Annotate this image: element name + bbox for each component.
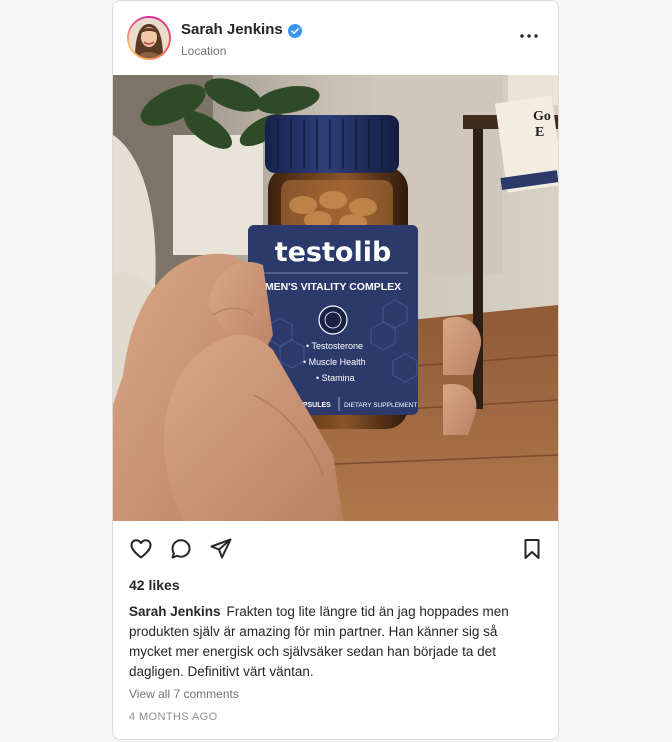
product-bullet-1: • Testosterone	[306, 341, 363, 351]
comment-icon[interactable]	[169, 537, 193, 561]
avatar-image	[129, 18, 169, 58]
avatar[interactable]	[127, 16, 171, 60]
bookmark-icon[interactable]	[520, 537, 544, 561]
likes-count[interactable]: 42 likes	[129, 577, 180, 593]
post-location[interactable]: Location	[181, 44, 226, 58]
post-image[interactable]: Go E testolib MEN'S VITALITY COMPLEX • T…	[113, 75, 558, 521]
product-brand: testolib	[275, 237, 392, 268]
product-bullet-3: • Stamina	[316, 373, 355, 383]
post-caption: Sarah Jenkins Frakten tog lite längre tid…	[129, 602, 534, 682]
post-actions	[113, 521, 558, 577]
verified-badge-icon	[288, 24, 302, 38]
post-header: Sarah Jenkins Location	[113, 1, 558, 75]
heart-icon[interactable]	[129, 537, 153, 561]
post-timestamp: 4 MONTHS AGO	[129, 711, 218, 723]
view-comments-link[interactable]: View all 7 comments	[129, 687, 239, 701]
more-options-icon[interactable]	[518, 29, 540, 43]
product-line: MEN'S VITALITY COMPLEX	[265, 281, 401, 293]
username[interactable]: Sarah Jenkins	[181, 21, 283, 38]
product-supplement: DIETARY SUPPLEMENT	[344, 402, 417, 409]
caption-username[interactable]: Sarah Jenkins	[129, 604, 221, 619]
product-bullet-2: • Muscle Health	[303, 357, 366, 367]
share-icon[interactable]	[209, 537, 233, 561]
post-card: Sarah Jenkins Location Go E testolib MEN…	[112, 0, 559, 740]
